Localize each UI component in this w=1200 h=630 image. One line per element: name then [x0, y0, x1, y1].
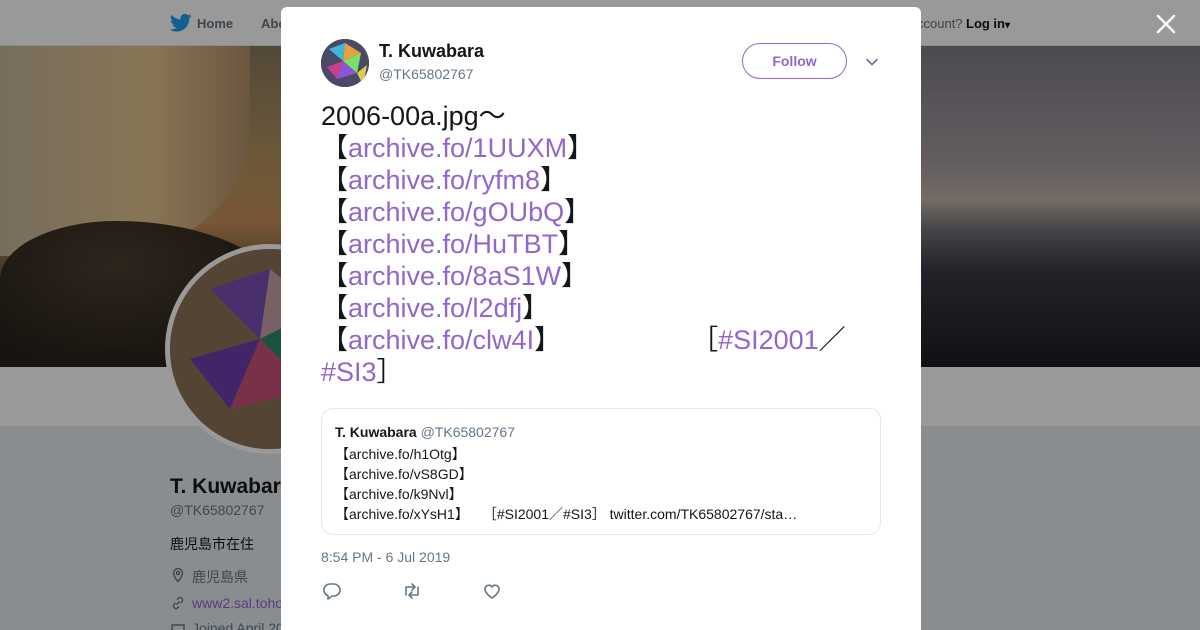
bracket-open: 【	[321, 325, 348, 355]
archive-link[interactable]: archive.fo/gOUbQ	[348, 197, 564, 227]
tweet-line: 【archive.fo/HuTBT】	[321, 228, 881, 260]
bracket-close: 】	[558, 229, 586, 259]
tweet-line: #SI3］	[321, 356, 881, 388]
bracket-close: 】	[561, 261, 589, 291]
quoted-line: 【archive.fo/h1Otg】	[335, 446, 466, 462]
tag-bracket-close: ］	[376, 357, 404, 387]
bracket-close: 】	[522, 293, 550, 323]
tweet-modal: T. Kuwabara @TK65802767 Follow 2006-00a.…	[281, 7, 921, 630]
reply-icon[interactable]	[321, 581, 343, 601]
tweet-line: 【archive.fo/clw4I】 ［#SI2001／	[321, 324, 881, 356]
tweet-author-avatar[interactable]	[321, 39, 369, 87]
tweet-author-name[interactable]: T. Kuwabara	[379, 41, 484, 62]
archive-link[interactable]: archive.fo/HuTBT	[348, 229, 558, 259]
archive-link[interactable]: archive.fo/ryfm8	[348, 165, 540, 195]
quoted-line: 【archive.fo/k9Nvl】	[335, 486, 463, 502]
tweet-author-handle[interactable]: @TK65802767	[379, 66, 473, 82]
like-icon[interactable]	[481, 581, 503, 601]
quoted-author-name: T. Kuwabara	[335, 424, 417, 440]
bracket-open: 【	[321, 133, 348, 163]
tweet-line: 【archive.fo/gOUbQ】	[321, 196, 881, 228]
retweet-icon[interactable]	[401, 581, 423, 601]
avatar-mosaic-image	[321, 39, 369, 87]
quoted-line: 【archive.fo/xYsH1】 ［#SI2001／#SI3］ twitte…	[335, 506, 798, 522]
quoted-tweet-header: T. Kuwabara @TK65802767	[335, 424, 515, 440]
bracket-close: 】	[567, 133, 595, 163]
bracket-close: 】	[540, 165, 568, 195]
hashtag-link[interactable]: #SI2001	[718, 325, 819, 355]
quoted-author-handle: @TK65802767	[420, 424, 515, 440]
quoted-line: 【archive.fo/vS8GD】	[335, 466, 473, 482]
close-icon[interactable]	[1155, 13, 1177, 35]
tweet-line: 【archive.fo/l2dfj】	[321, 292, 881, 324]
quoted-tweet-text: 【archive.fo/h1Otg】 【archive.fo/vS8GD】 【a…	[335, 444, 797, 524]
tweet-line: 【archive.fo/1UUXM】	[321, 132, 881, 164]
tweet-line: 【archive.fo/ryfm8】	[321, 164, 881, 196]
tweet-line: 【archive.fo/8aS1W】	[321, 260, 881, 292]
follow-button[interactable]: Follow	[742, 43, 847, 79]
tweet-line: 2006-00a.jpg～	[321, 101, 506, 131]
bracket-open: 【	[321, 261, 348, 291]
bracket-open: 【	[321, 229, 348, 259]
tag-slash: ／	[818, 325, 846, 355]
archive-link[interactable]: archive.fo/clw4I	[348, 325, 534, 355]
archive-link[interactable]: archive.fo/l2dfj	[348, 293, 522, 323]
chevron-down-icon[interactable]	[865, 56, 879, 68]
bracket-open: 【	[321, 165, 348, 195]
bracket-open: 【	[321, 197, 348, 227]
tweet-timestamp[interactable]: 8:54 PM - 6 Jul 2019	[321, 549, 450, 565]
tag-bracket-open: ［	[691, 325, 719, 355]
archive-link[interactable]: archive.fo/1UUXM	[348, 133, 567, 163]
archive-link[interactable]: archive.fo/8aS1W	[348, 261, 561, 291]
tweet-text: 2006-00a.jpg～ 【archive.fo/1UUXM】 【archiv…	[321, 100, 881, 388]
hashtag-link[interactable]: #SI3	[321, 357, 377, 387]
bracket-open: 【	[321, 293, 348, 323]
bracket-close: 】	[534, 325, 562, 355]
quoted-tweet[interactable]: T. Kuwabara @TK65802767 【archive.fo/h1Ot…	[321, 408, 881, 535]
bracket-close: 】	[564, 197, 592, 227]
